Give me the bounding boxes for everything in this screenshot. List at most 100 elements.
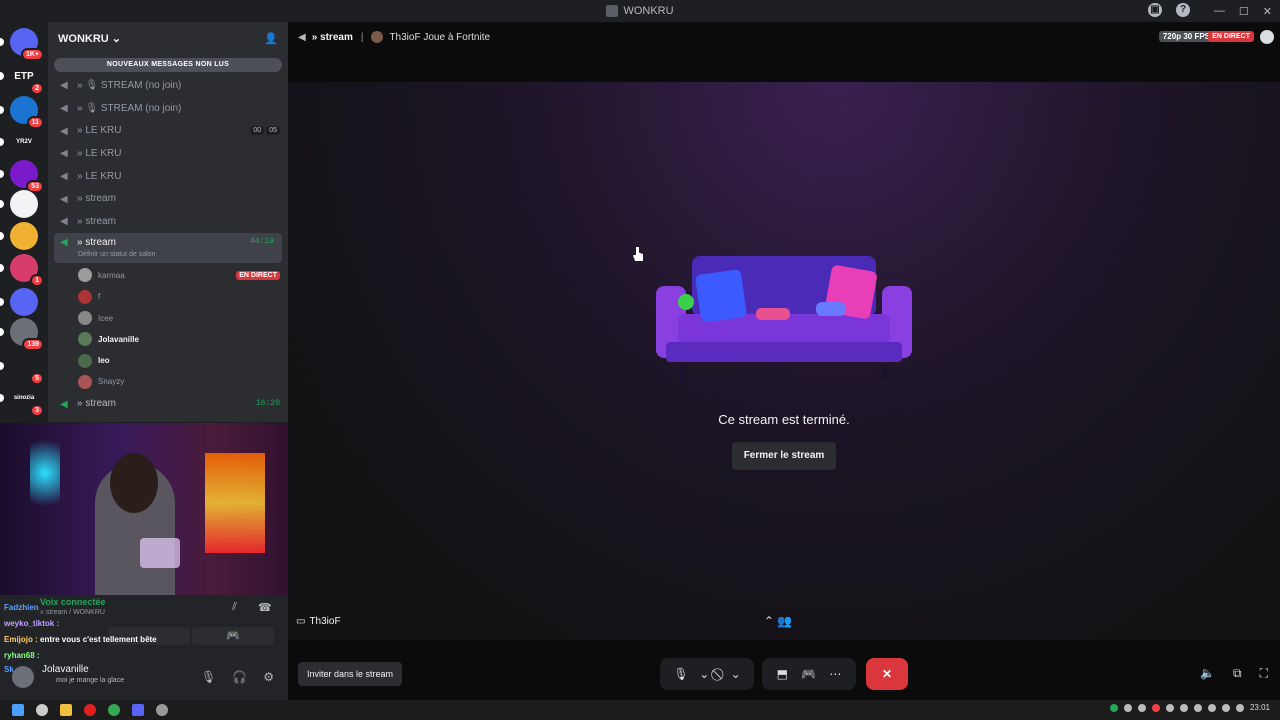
voice-user[interactable]: f — [48, 286, 288, 307]
voice-channel[interactable]: ◀ » 🎙 STREAM (no join) — [48, 74, 288, 97]
chat-overlay-line: Fadzhien — [4, 603, 39, 612]
tray-icon[interactable] — [1109, 703, 1118, 712]
tray-icon[interactable] — [1207, 703, 1216, 712]
app-icon[interactable] — [156, 704, 168, 716]
voice-channel[interactable]: ◀ » LE KRU 00 05 — [48, 119, 288, 142]
more-icon[interactable]: ⋯ — [829, 667, 841, 681]
tray-icon[interactable] — [1165, 703, 1174, 712]
voice-connected-status: Voix connectée — [40, 597, 106, 607]
server-icon[interactable]: 139 — [10, 318, 44, 351]
avatar[interactable] — [12, 666, 34, 688]
opera-icon[interactable] — [84, 704, 96, 716]
server-icon[interactable] — [10, 190, 38, 218]
file-explorer-icon[interactable] — [60, 704, 72, 716]
screen-share-icon[interactable]: ⬒ — [777, 667, 788, 681]
chat-user: Emijojo : — [4, 635, 38, 644]
chat-user: weyko_tiktok : — [4, 619, 60, 628]
add-member-icon[interactable]: 👤 — [264, 32, 278, 45]
expand-members-icon[interactable]: ⌃ 👥 — [764, 614, 792, 628]
avatar — [78, 332, 92, 347]
server-icon[interactable]: 1K+ — [10, 28, 44, 61]
voice-channel[interactable]: ◀ » LE KRU — [48, 165, 288, 188]
headphones-icon[interactable]: 🎧 — [232, 670, 247, 684]
tray-icon[interactable] — [1123, 703, 1132, 712]
chat-text: entre vous c'est tellement bête — [40, 635, 157, 644]
server-icon[interactable]: 1 — [10, 254, 44, 287]
voice-user[interactable]: karmaa EN DIRECT — [48, 265, 288, 286]
divider: | — [360, 31, 364, 43]
speaker-icon: ◀ — [60, 216, 68, 228]
help-icon[interactable]: ? — [1176, 3, 1190, 17]
streamer-tag: ▭ Th3ioF — [296, 616, 341, 627]
server-icon[interactable] — [10, 288, 38, 316]
voice-channel[interactable]: ◀ » stream 16:20 — [48, 393, 288, 416]
minimize-button[interactable]: — — [1214, 5, 1225, 17]
microphone-icon[interactable]: 🎙 — [673, 667, 688, 681]
windows-start-icon[interactable] — [12, 704, 24, 716]
tray-icon[interactable] — [1137, 703, 1146, 712]
tray-icon[interactable] — [1235, 703, 1244, 712]
chrome-icon[interactable] — [108, 704, 120, 716]
tray-icon[interactable] — [1193, 703, 1202, 712]
unread-pill — [0, 362, 4, 370]
chevron-down-icon[interactable]: ⌄ — [699, 667, 709, 681]
voice-user[interactable]: Snayzy — [48, 371, 288, 392]
server-icon[interactable]: 53 — [10, 160, 44, 193]
server-icon[interactable]: YR2V — [10, 128, 38, 156]
server-icon[interactable]: 5 — [10, 352, 44, 385]
stream-view: Ce stream est terminé. Fermer le stream — [288, 82, 1280, 640]
live-badge: EN DIRECT — [1208, 31, 1254, 42]
chevron-down-icon: ⌄ — [111, 32, 121, 45]
voice-location[interactable]: » stream / WONKRU — [40, 609, 105, 616]
speaker-icon: ◀ — [60, 103, 68, 115]
close-stream-button[interactable]: Fermer le stream — [732, 442, 836, 470]
guild-header[interactable]: WONKRU ⌄ 👤 — [48, 22, 288, 54]
maximize-button[interactable]: ☐ — [1239, 5, 1249, 18]
server-icon[interactable]: sinozia 3 — [10, 384, 44, 417]
voice-channel[interactable]: ◀ » LE KRU — [48, 142, 288, 165]
microphone-icon[interactable]: 🎙 — [201, 670, 216, 684]
leave-call-button[interactable]: ✕ — [866, 658, 908, 690]
channel-name: » stream — [77, 236, 116, 248]
gamepad-icon[interactable]: 🎮 — [801, 667, 816, 681]
volume-icon[interactable]: 🔈 — [1200, 666, 1215, 681]
noise-icon[interactable]: ⫽ — [232, 601, 237, 614]
stream-channel-name: » stream — [311, 31, 353, 43]
chat-bubble-icon[interactable] — [1260, 30, 1274, 44]
close-window-button[interactable]: ✕ — [1263, 5, 1272, 18]
tray-icon[interactable] — [1221, 703, 1230, 712]
notification-badge: 11 — [26, 116, 44, 129]
tray-icon[interactable] — [1151, 703, 1160, 712]
voice-user[interactable]: Jolavanille — [48, 329, 288, 350]
discord-icon[interactable] — [132, 704, 144, 716]
disconnect-icon[interactable]: ☎ — [258, 601, 272, 614]
channel-name: » stream — [77, 398, 116, 410]
voice-user-name: leo — [98, 356, 110, 366]
tray-icon[interactable] — [1179, 703, 1188, 712]
fullscreen-icon[interactable]: ⛶ — [1260, 666, 1268, 681]
username[interactable]: Jolavanille — [42, 664, 89, 675]
popout-icon[interactable]: ⧉ — [1233, 666, 1242, 681]
voice-channel[interactable]: ◀ » stream — [48, 187, 288, 210]
chevron-down-icon[interactable]: ⌄ — [731, 667, 741, 681]
unread-banner[interactable]: NOUVEAUX MESSAGES NON LUS — [54, 58, 282, 72]
search-icon[interactable] — [36, 704, 48, 716]
channel-status-hint[interactable]: Définir un statut de salon — [78, 251, 155, 258]
gamepad-button[interactable]: 🎮 — [192, 627, 274, 645]
gear-icon[interactable]: ⚙ — [263, 670, 274, 684]
voice-channel[interactable]: ◀ » 🎙 STREAM (no join) — [48, 97, 288, 120]
server-icon[interactable] — [10, 222, 38, 250]
server-icon[interactable]: 11 — [10, 96, 44, 129]
voice-channel[interactable]: ◀ » stream — [48, 210, 288, 233]
chat-user: Fadzhien — [4, 603, 39, 612]
invite-stream-button[interactable]: Inviter dans le stream — [298, 662, 403, 686]
person-head — [110, 453, 158, 513]
inbox-icon[interactable]: ▣ — [1148, 3, 1162, 17]
voice-user[interactable]: Icee — [48, 307, 288, 328]
clock[interactable]: 23:01 — [1250, 703, 1270, 712]
active-voice-channel[interactable]: ◀ » stream 44:19 Définir un statut de sa… — [54, 232, 282, 263]
unread-pill — [0, 232, 4, 240]
channel-name: » LE KRU — [77, 125, 122, 137]
voice-user[interactable]: leo — [48, 350, 288, 371]
server-icon[interactable]: ETP 2 — [10, 62, 44, 95]
